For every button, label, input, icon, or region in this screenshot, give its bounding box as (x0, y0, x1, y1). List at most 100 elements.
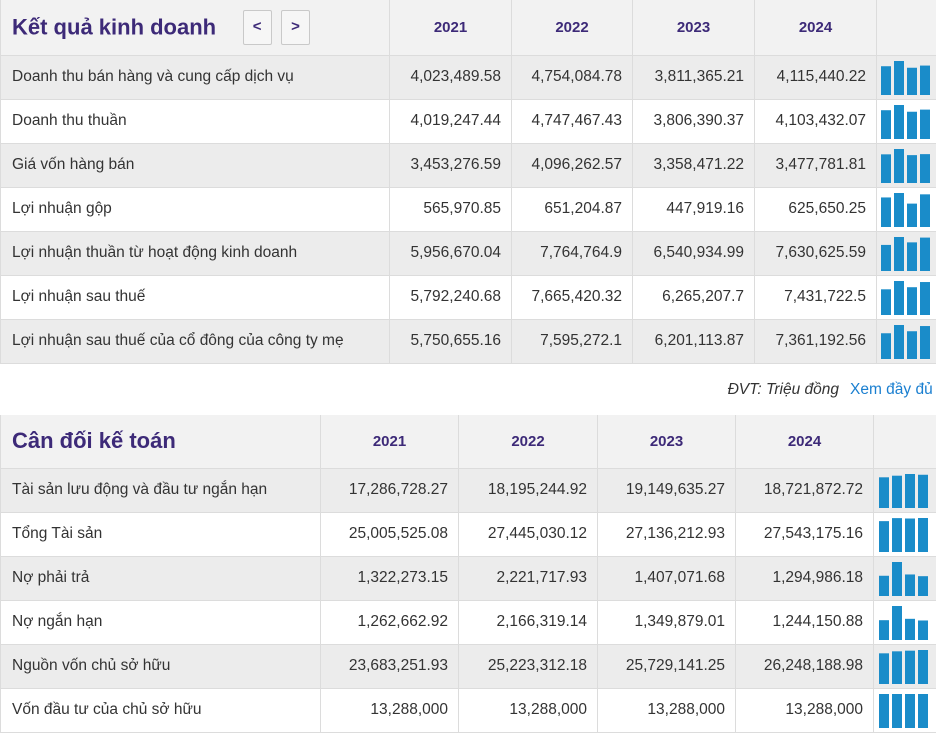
row-label: Vốn đầu tư của chủ sở hữu (0, 687, 321, 733)
year-header: 2024 (735, 415, 874, 469)
trend-sparkline[interactable] (876, 186, 936, 232)
table-row: Vốn đầu tư của chủ sở hữu 13,288,000 13,28… (0, 687, 936, 733)
value-cell: 2,221,717.93 (458, 555, 598, 601)
sparkline-bar (880, 333, 891, 359)
row-label: Nguồn vốn chủ sở hữu (0, 643, 321, 689)
value-cell: 625,650.25 (754, 186, 877, 232)
trend-sparkline[interactable] (876, 98, 936, 144)
sparkline-bar (905, 518, 915, 552)
sparkline-bar (905, 574, 915, 596)
sparkline-bar (918, 518, 928, 552)
sparkline-bar (919, 326, 930, 359)
year-header: 2024 (754, 0, 877, 56)
value-cell: 13,288,000 (735, 687, 874, 733)
unit-label: ĐVT: Triệu đồng (727, 381, 839, 398)
trend-sparkline[interactable] (876, 318, 936, 364)
sparkline-bar (893, 237, 904, 271)
value-cell: 23,683,251.93 (320, 643, 459, 689)
value-cell: 651,204.87 (511, 186, 633, 232)
sparkline-bar (879, 653, 889, 684)
trend-sparkline[interactable] (873, 511, 936, 557)
sparkline-header (873, 415, 936, 469)
prev-year-button[interactable]: < (242, 9, 272, 45)
trend-sparkline[interactable] (873, 467, 936, 513)
sparkline-chart (879, 562, 928, 596)
value-cell: 7,361,192.56 (754, 318, 877, 364)
sparkline-bar (879, 620, 889, 640)
value-cell: 4,023,489.58 (389, 54, 512, 100)
sparkline-bar (892, 694, 902, 728)
sparkline-bar (918, 620, 928, 640)
sparkline-bar (880, 289, 891, 315)
trend-sparkline[interactable] (873, 599, 936, 645)
value-cell: 6,265,207.7 (632, 274, 755, 320)
balance-header-row: Cân đối kế toán 2021 2022 2023 2024 (0, 415, 936, 469)
trend-sparkline[interactable] (873, 687, 936, 733)
sparkline-chart (880, 149, 930, 183)
table-row: Doanh thu bán hàng và cung cấp dịch vụ 4,… (0, 54, 936, 100)
row-label: Lợi nhuận sau thuế (0, 274, 390, 320)
value-cell: 6,540,934.99 (632, 230, 755, 276)
balance-title-cell: Cân đối kế toán (0, 415, 321, 469)
year-header: 2021 (320, 415, 459, 469)
row-label: Tài sản lưu động và đầu tư ngắn hạn (0, 467, 321, 513)
row-label: Nợ ngắn hạn (0, 599, 321, 645)
row-label: Tổng Tài sản (0, 511, 321, 557)
sparkline-bar (919, 109, 930, 139)
value-cell: 3,453,276.59 (389, 142, 512, 188)
table-row: Lợi nhuận thuần từ hoạt động kinh doanh 5… (0, 230, 936, 276)
trend-sparkline[interactable] (873, 555, 936, 601)
value-cell: 4,096,262.57 (511, 142, 633, 188)
table-row: Tổng Tài sản 25,005,525.08 27,445,030.12 27… (0, 511, 936, 557)
sparkline-chart (879, 694, 928, 728)
sparkline-bar (892, 562, 902, 596)
income-header-row: Kết quả kinh doanh < > 2021 2022 2023 20… (0, 0, 936, 56)
value-cell: 4,019,247.44 (389, 98, 512, 144)
sparkline-bar (919, 65, 930, 95)
sparkline-bar (906, 287, 917, 315)
income-section-title: Kết quả kinh doanh (12, 14, 217, 40)
sparkline-bar (919, 154, 930, 183)
sparkline-bar (906, 203, 917, 227)
sparkline-bar (879, 694, 889, 728)
sparkline-bar (918, 694, 928, 728)
table-row: Lợi nhuận gộp 565,970.85 651,204.87 447,919… (0, 186, 936, 232)
next-year-button[interactable]: > (281, 9, 311, 45)
value-cell: 19,149,635.27 (597, 467, 736, 513)
trend-sparkline[interactable] (876, 274, 936, 320)
table-row: Doanh thu thuần 4,019,247.44 4,747,467.43 3… (0, 98, 936, 144)
value-cell: 3,477,781.81 (754, 142, 877, 188)
trend-sparkline[interactable] (876, 54, 936, 100)
trend-sparkline[interactable] (876, 230, 936, 276)
sparkline-chart (879, 474, 928, 508)
balance-section-title: Cân đối kế toán (12, 428, 176, 454)
sparkline-bar (893, 149, 904, 183)
value-cell: 565,970.85 (389, 186, 512, 232)
value-cell: 17,286,728.27 (320, 467, 459, 513)
value-cell: 27,543,175.16 (735, 511, 874, 557)
value-cell: 1,407,071.68 (597, 555, 736, 601)
value-cell: 1,262,662.92 (320, 599, 459, 645)
sparkline-bar (905, 618, 915, 640)
value-cell: 5,792,240.68 (389, 274, 512, 320)
row-label: Doanh thu thuần (0, 98, 390, 144)
sparkline-bar (893, 105, 904, 139)
sparkline-chart (880, 61, 930, 95)
sparkline-bar (892, 606, 902, 640)
trend-sparkline[interactable] (876, 142, 936, 188)
table-row: Giá vốn hàng bán 3,453,276.59 4,096,262.57… (0, 142, 936, 188)
trend-sparkline[interactable] (873, 643, 936, 689)
value-cell: 7,431,722.5 (754, 274, 877, 320)
value-cell: 3,806,390.37 (632, 98, 755, 144)
sparkline-bar (893, 61, 904, 95)
sparkline-bar (906, 155, 917, 183)
value-cell: 4,103,432.07 (754, 98, 877, 144)
view-full-link[interactable]: Xem đầy đủ (850, 381, 933, 399)
sparkline-bar (879, 521, 889, 552)
value-cell: 4,754,084.78 (511, 54, 633, 100)
value-cell: 25,729,141.25 (597, 643, 736, 689)
value-cell: 5,750,655.16 (389, 318, 512, 364)
table-row: Nợ ngắn hạn 1,262,662.92 2,166,319.14 1,349… (0, 599, 936, 645)
value-cell: 13,288,000 (320, 687, 459, 733)
sparkline-chart (879, 606, 928, 640)
